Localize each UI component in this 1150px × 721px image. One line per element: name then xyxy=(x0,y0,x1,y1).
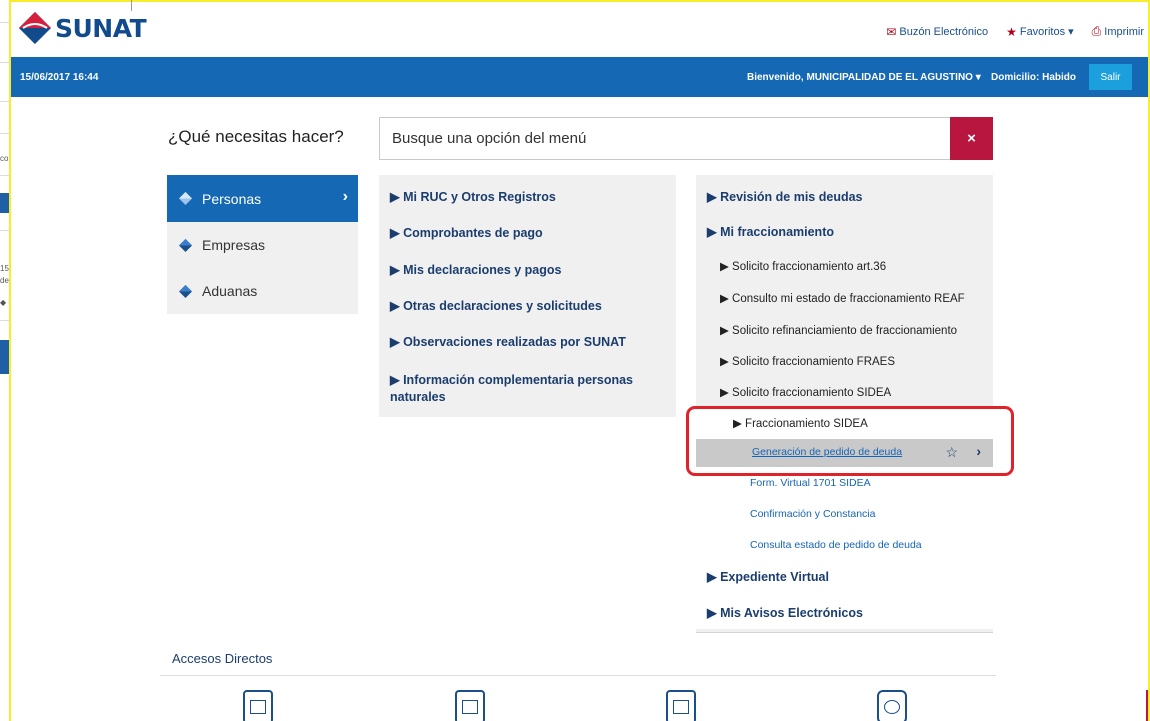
favorites-dropdown[interactable]: ★ Favoritos ▾ xyxy=(1006,25,1074,39)
divider xyxy=(160,675,996,676)
menu-item-observaciones[interactable]: ▶ Observaciones realizadas por SUNAT xyxy=(390,334,670,351)
sunat-logo[interactable]: SUNAT xyxy=(17,10,147,46)
shortcut-icon[interactable] xyxy=(666,690,696,721)
domicilio-status: Domicilio: Habido xyxy=(991,72,1076,83)
diamond-icon xyxy=(179,192,192,205)
submenu-item[interactable]: ▶ Solicito refinanciamiento de fracciona… xyxy=(696,323,993,337)
category-menu: Personas › Empresas Aduanas xyxy=(167,175,358,314)
submenu-item[interactable]: ▶ Solicito fraccionamiento art.36 xyxy=(696,259,993,273)
shortcut-icon[interactable] xyxy=(877,690,907,721)
sidea-item[interactable]: Form. Virtual 1701 SIDEA xyxy=(696,477,993,489)
menu-item-comprobantes[interactable]: ▶ Comprobantes de pago xyxy=(390,225,670,242)
user-bar: 15/06/2017 16:44 Bienvenido, MUNICIPALID… xyxy=(11,57,1150,97)
accesos-title: Accesos Directos xyxy=(172,651,273,666)
submenu-item[interactable]: ▶ Solicito fraccionamiento FRAES xyxy=(696,354,993,368)
category-aduanas[interactable]: Aduanas xyxy=(167,268,358,314)
sidea-item[interactable]: Confirmación y Constancia xyxy=(696,508,993,520)
submenu-item[interactable]: ▶ Solicito fraccionamiento SIDEA xyxy=(696,385,993,399)
menu-item-fraccionamiento[interactable]: ▶ Mi fraccionamiento xyxy=(696,224,993,239)
menu-item-deudas[interactable]: ▶ Revisión de mis deudas xyxy=(696,189,993,204)
site-header: SUNAT ✉ Buzón Electrónico ★ Favoritos ▾ … xyxy=(11,0,1150,57)
menu-level-1: ▶ Mi RUC y Otros Registros ▶ Comprobante… xyxy=(379,175,676,417)
menu-item-ruc[interactable]: ▶ Mi RUC y Otros Registros xyxy=(390,189,670,206)
menu-item-declaraciones[interactable]: ▶ Mis declaraciones y pagos xyxy=(390,262,670,279)
chevron-right-icon: › xyxy=(342,188,348,205)
print-label: Imprimir xyxy=(1104,25,1144,38)
shortcut-icon[interactable] xyxy=(243,690,273,721)
favorites-label: Favoritos ▾ xyxy=(1019,26,1074,38)
mail-icon: ✉ xyxy=(886,24,897,39)
session-datetime: 15/06/2017 16:44 xyxy=(20,72,99,83)
menu-item-expediente[interactable]: ▶ Expediente Virtual xyxy=(696,569,993,584)
category-empresas[interactable]: Empresas xyxy=(167,222,358,268)
user-menu[interactable]: Bienvenido, MUNICIPALIDAD DE EL AGUSTINO… xyxy=(747,72,981,83)
menu-search-input[interactable] xyxy=(380,118,950,159)
category-label: Aduanas xyxy=(202,283,258,299)
menu-search: × xyxy=(379,117,993,160)
mailbox-label: Buzón Electrónico xyxy=(899,25,989,38)
annotation-highlight xyxy=(686,406,1014,476)
shortcut-icon[interactable] xyxy=(455,690,485,721)
logout-button[interactable]: Salir xyxy=(1089,64,1132,90)
category-personas[interactable]: Personas › xyxy=(167,175,358,222)
diamond-icon xyxy=(179,284,192,298)
clear-search-button[interactable]: × xyxy=(950,117,993,160)
sunat-logo-icon xyxy=(17,10,53,46)
side-tab[interactable] xyxy=(1146,690,1150,721)
menu-item-otras[interactable]: ▶ Otras declaraciones y solicitudes xyxy=(390,298,670,315)
category-label: Empresas xyxy=(202,237,266,253)
diamond-icon xyxy=(179,238,192,252)
menu-item-avisos[interactable]: ▶ Mis Avisos Electrónicos xyxy=(696,605,993,620)
category-label: Personas xyxy=(202,190,262,207)
menu-item-informacion[interactable]: ▶ Información complementaria personas na… xyxy=(390,372,670,406)
submenu-item[interactable]: ▶ Consulto mi estado de fraccionamiento … xyxy=(696,291,993,305)
menu-level-2: ▶ Revisión de mis deudas ▶ Mi fraccionam… xyxy=(696,175,993,633)
print-icon: ⎙ xyxy=(1091,24,1102,38)
divider xyxy=(131,0,132,11)
sidea-item[interactable]: Consulta estado de pedido de deuda xyxy=(696,539,993,551)
star-icon: ★ xyxy=(1006,24,1017,39)
mailbox-link[interactable]: ✉ Buzón Electrónico xyxy=(886,25,988,39)
brand-name: SUNAT xyxy=(55,13,147,43)
search-question: ¿Qué necesitas hacer? xyxy=(168,127,344,146)
print-link[interactable]: ⎙ Imprimir xyxy=(1092,24,1144,39)
background-window-sliver: co 15 de ◆ l xyxy=(0,0,11,721)
top-links: ✉ Buzón Electrónico ★ Favoritos ▾ ⎙ Impr… xyxy=(868,24,1144,39)
